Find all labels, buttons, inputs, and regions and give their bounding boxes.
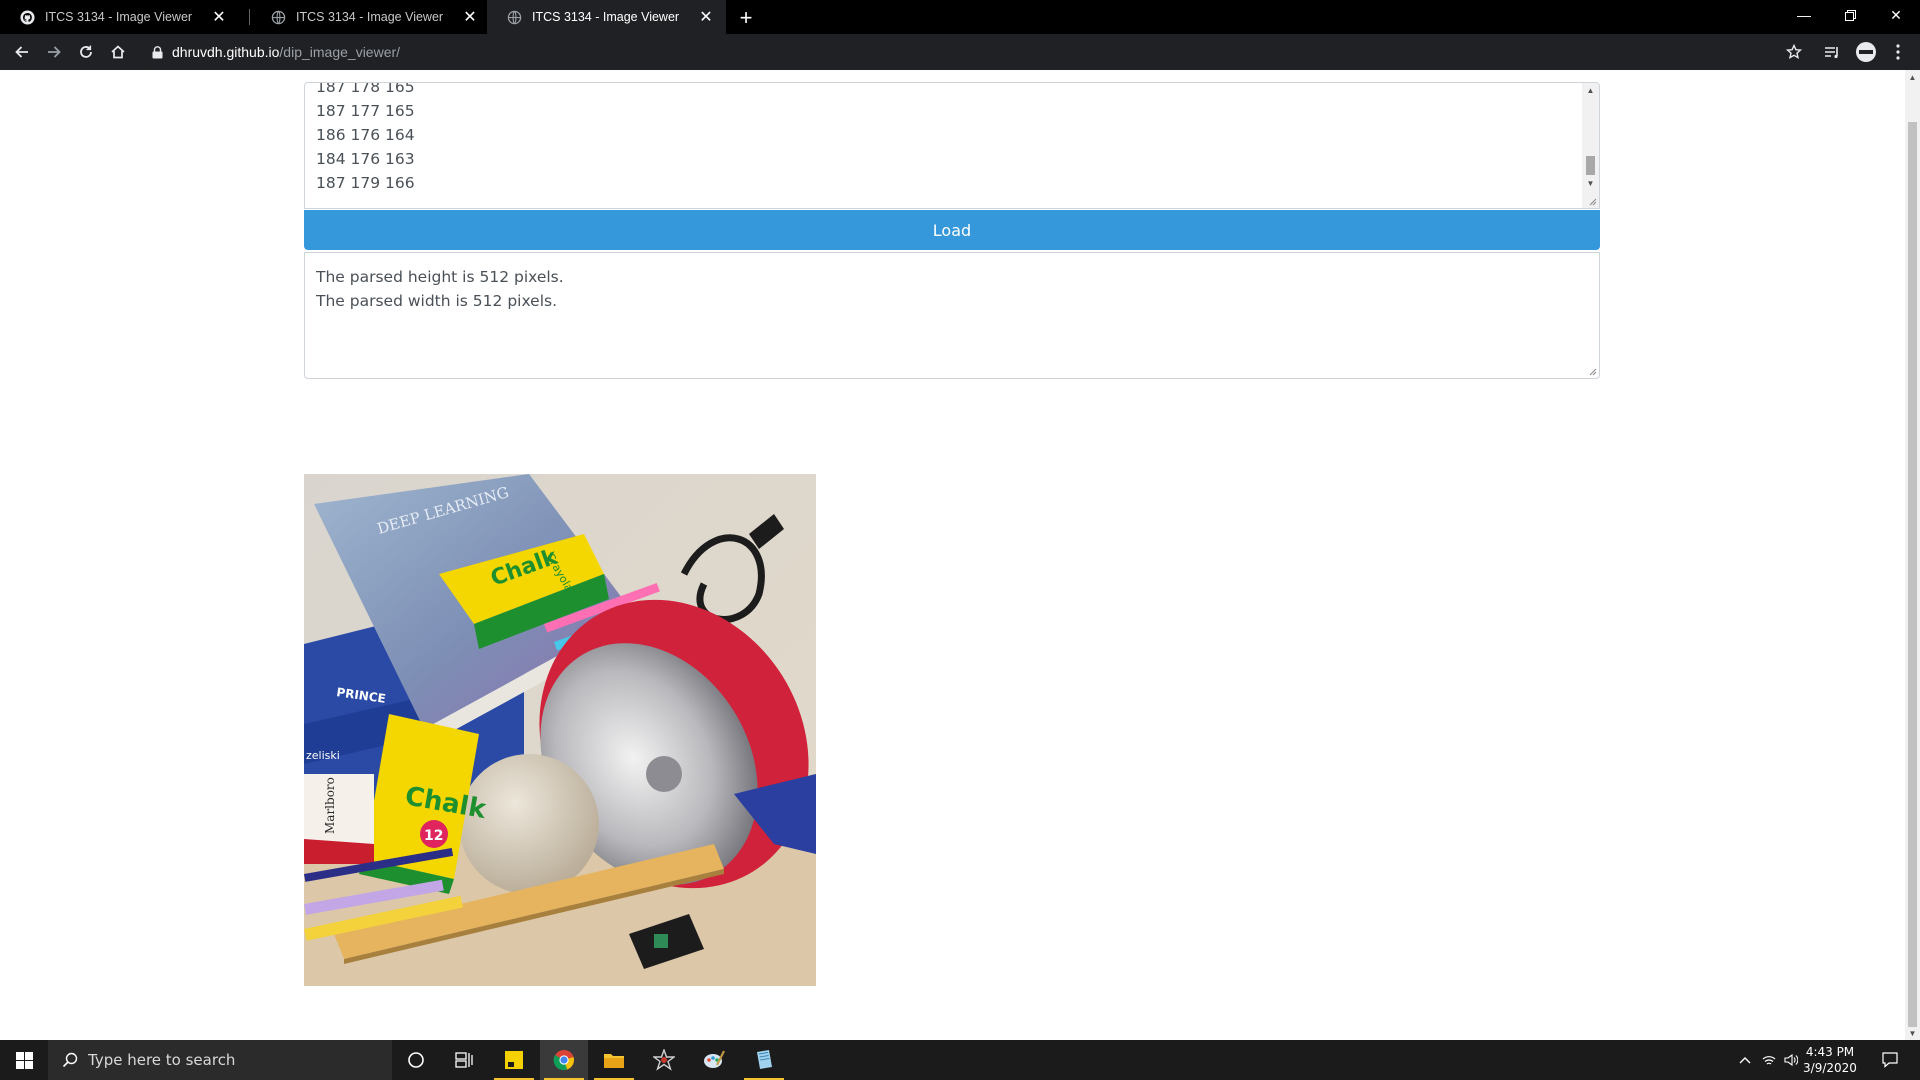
close-window-icon[interactable]: ✕: [1873, 0, 1919, 30]
menu-kebab-icon[interactable]: [1884, 38, 1912, 66]
scroll-down-arrow-icon[interactable]: ▼: [1582, 176, 1599, 190]
restore-icon[interactable]: [1827, 0, 1873, 30]
url-host: dhruvdh.github.io: [172, 44, 280, 60]
output-content: The parsed height is 512 pixels. The par…: [316, 265, 564, 313]
url-path: /dip_image_viewer/: [279, 44, 401, 60]
close-tab-icon[interactable]: ✕: [209, 7, 229, 27]
back-arrow-icon[interactable]: [8, 38, 36, 66]
search-icon: [62, 1052, 78, 1068]
bookmark-star-icon[interactable]: [1780, 38, 1808, 66]
page-scroll-thumb[interactable]: [1908, 122, 1917, 1027]
clock-time: 4:43 PM: [1805, 1045, 1855, 1059]
output-line: The parsed width is 512 pixels.: [316, 292, 557, 310]
windows-taskbar: Type here to search 4:43 PM 3/9/2020: [0, 1040, 1920, 1080]
data-line: 187 178 165: [316, 82, 415, 96]
data-line: 184 176 163: [316, 150, 415, 168]
file-explorer-icon[interactable]: [590, 1040, 638, 1080]
textarea-scroll-thumb[interactable]: [1586, 156, 1595, 175]
action-center-icon[interactable]: [1870, 1040, 1910, 1080]
image-canvas: PRINCE zeliski DEEP LEARNING Chalk Crayo…: [304, 474, 816, 986]
data-line: 187 179 166: [316, 174, 415, 192]
data-line: 187 177 165: [316, 102, 415, 120]
scroll-down-arrow-icon[interactable]: ▼: [1905, 1026, 1920, 1040]
windows-start-icon[interactable]: [0, 1040, 48, 1080]
tab-title: ITCS 3134 - Image Viewer: [296, 10, 444, 24]
address-bar[interactable]: dhruvdh.github.io /dip_image_viewer/: [140, 37, 1800, 67]
globe-icon: [271, 10, 286, 25]
reload-icon[interactable]: [72, 38, 100, 66]
scroll-up-arrow-icon[interactable]: ▲: [1582, 83, 1599, 97]
chalk-count-label: 12: [424, 828, 443, 844]
chrome-icon[interactable]: [540, 1040, 588, 1080]
data-line: 186 176 164: [316, 126, 415, 144]
book-spine-label: zeliski: [306, 749, 340, 762]
minimize-icon[interactable]: —: [1781, 0, 1827, 30]
sticky-notes-icon[interactable]: [490, 1040, 538, 1080]
reading-list-icon[interactable]: [1818, 38, 1846, 66]
output-textarea[interactable]: The parsed height is 512 pixels. The par…: [304, 252, 1600, 379]
textarea-content: 187 178 165 187 177 165 186 176 164 184 …: [316, 82, 415, 195]
paint-app-icon[interactable]: [690, 1040, 738, 1080]
wireshark-icon[interactable]: [640, 1040, 688, 1080]
wifi-icon[interactable]: [1758, 1040, 1780, 1080]
tab-1[interactable]: ITCS 3134 - Image Viewer ✕: [0, 0, 239, 34]
new-tab-button[interactable]: +: [733, 5, 759, 31]
taskbar-search-box[interactable]: Type here to search: [48, 1040, 392, 1080]
tray-chevron-up-icon[interactable]: [1734, 1040, 1756, 1080]
web-page: 187 178 165 187 177 165 186 176 164 184 …: [0, 70, 1905, 1040]
tab-divider: [249, 9, 250, 25]
browser-toolbar: dhruvdh.github.io /dip_image_viewer/: [0, 34, 1920, 70]
tab-title: ITCS 3134 - Image Viewer: [45, 10, 193, 24]
notepad-app-icon[interactable]: [740, 1040, 788, 1080]
page-scrollbar[interactable]: ▲ ▼: [1905, 70, 1920, 1040]
tab-title: ITCS 3134 - Image Viewer: [532, 10, 680, 24]
tab-2[interactable]: ITCS 3134 - Image Viewer ✕: [251, 0, 490, 34]
tab-strip: ITCS 3134 - Image Viewer ✕ ITCS 3134 - I…: [0, 0, 1920, 34]
search-placeholder: Type here to search: [88, 1051, 236, 1069]
globe-icon: [507, 10, 522, 25]
home-icon[interactable]: [104, 38, 132, 66]
close-tab-icon[interactable]: ✕: [460, 7, 480, 27]
github-icon: [20, 9, 35, 25]
close-tab-icon[interactable]: ✕: [696, 7, 716, 27]
clock-date: 3/9/2020: [1803, 1061, 1857, 1075]
system-clock[interactable]: 4:43 PM 3/9/2020: [1790, 1044, 1870, 1076]
load-button[interactable]: Load: [304, 210, 1600, 250]
tab-3-active[interactable]: ITCS 3134 - Image Viewer ✕: [487, 0, 726, 34]
cortana-circle-icon[interactable]: [392, 1040, 440, 1080]
image-data-textarea[interactable]: 187 178 165 187 177 165 186 176 164 184 …: [304, 82, 1600, 209]
resize-grip-icon[interactable]: [1587, 366, 1597, 376]
task-view-icon[interactable]: [440, 1040, 488, 1080]
scroll-up-arrow-icon[interactable]: ▲: [1905, 70, 1920, 84]
forward-arrow-icon[interactable]: [40, 38, 68, 66]
pack-label: Marlboro: [323, 777, 337, 834]
textarea-scrollbar[interactable]: ▲ ▼: [1582, 83, 1599, 208]
resize-grip-icon[interactable]: [1587, 196, 1597, 206]
output-line: The parsed height is 512 pixels.: [316, 268, 564, 286]
lock-icon[interactable]: [150, 45, 164, 59]
profile-avatar-icon[interactable]: [1852, 38, 1880, 66]
